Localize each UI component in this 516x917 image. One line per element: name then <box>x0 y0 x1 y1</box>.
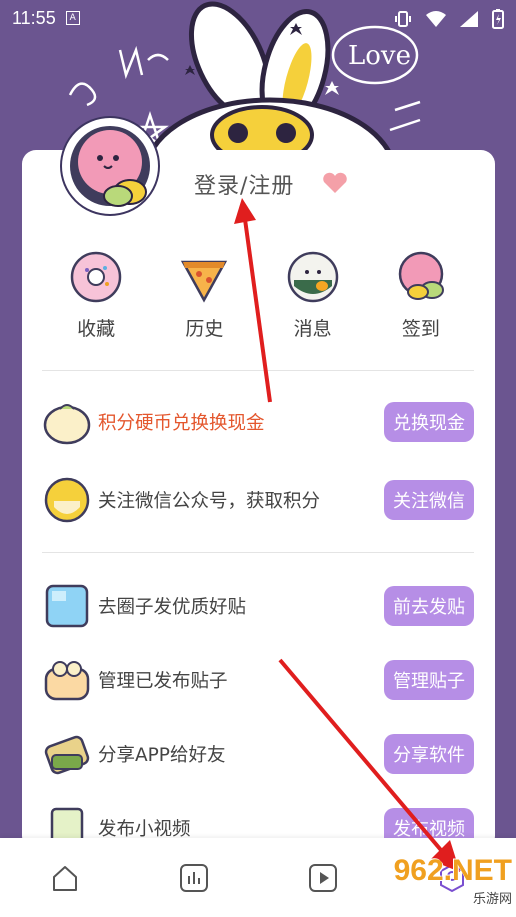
quick-actions: 收藏 历史 消息 签到 <box>22 250 495 350</box>
quick-label: 历史 <box>185 318 224 340</box>
task-text: 关注微信公众号，获取积分 <box>98 491 321 512</box>
task-row-manage: 管理已发布贴子 管理贴子 <box>42 654 474 706</box>
play-icon <box>308 863 337 892</box>
exchange-cash-button[interactable]: 兑换现金 <box>384 402 474 442</box>
task-text: 去圈子发优质好贴 <box>98 597 247 618</box>
task-text: 管理已发布贴子 <box>98 671 228 692</box>
quick-label: 收藏 <box>77 318 116 340</box>
toast-icon <box>44 735 90 775</box>
dumpling-basket-icon <box>44 661 90 701</box>
quick-label: 签到 <box>401 318 440 340</box>
follow-wechat-button[interactable]: 关注微信 <box>384 480 474 520</box>
watermark-sub: 乐游网 <box>472 891 512 906</box>
macaron-icon <box>398 251 444 300</box>
quick-item-favorites[interactable]: 收藏 <box>56 250 136 350</box>
task-row-exchange: 积分硬币兑换换现金 兑换现金 <box>42 396 474 448</box>
home-icon <box>52 865 77 891</box>
user-avatar[interactable] <box>62 118 158 214</box>
login-register-link[interactable]: 登录/注册 <box>194 168 294 200</box>
sushi-icon <box>287 251 338 303</box>
pizza-icon <box>181 260 228 303</box>
manage-posts-button[interactable]: 管理贴子 <box>384 660 474 700</box>
battery-icon <box>492 9 504 34</box>
chart-icon <box>179 863 208 892</box>
lemon-icon <box>44 477 90 523</box>
share-app-button[interactable]: 分享软件 <box>384 734 474 774</box>
go-post-button[interactable]: 前去发贴 <box>384 586 474 626</box>
heart-icon <box>323 172 347 193</box>
status-icons <box>394 9 504 34</box>
task-row-post: 去圈子发优质好贴 前去发贴 <box>42 580 474 632</box>
svg-text:Love: Love <box>348 41 411 71</box>
macaron-avatar-icon <box>70 126 150 207</box>
nav-home[interactable] <box>45 858 85 898</box>
task-row-wechat: 关注微信公众号，获取积分 关注微信 <box>42 474 474 526</box>
task-row-share: 分享APP给好友 分享软件 <box>42 728 474 780</box>
signal-icon <box>460 11 478 32</box>
nav-stats[interactable] <box>174 858 214 898</box>
wifi-icon <box>426 11 446 32</box>
notification-a-icon: A <box>65 11 80 25</box>
bun-icon <box>43 404 91 445</box>
quick-item-history[interactable]: 历史 <box>164 250 244 350</box>
task-text: 分享APP给好友 <box>98 745 226 766</box>
donut-icon <box>70 251 122 303</box>
task-text: 积分硬币兑换换现金 <box>98 413 265 434</box>
nav-video[interactable] <box>303 858 343 898</box>
vibrate-icon <box>394 10 412 33</box>
watermark: 962.NET 乐游网 <box>394 854 512 907</box>
ice-cube-icon <box>45 584 89 628</box>
quick-item-messages[interactable]: 消息 <box>273 250 353 350</box>
quick-label: 消息 <box>293 318 332 340</box>
status-bar: 11:55 A <box>0 0 516 36</box>
section-divider <box>42 370 474 371</box>
watermark-main: 962.NET <box>393 854 512 887</box>
status-time: 11:55 <box>12 7 56 28</box>
section-divider <box>42 552 474 553</box>
quick-item-checkin[interactable]: 签到 <box>381 250 461 350</box>
